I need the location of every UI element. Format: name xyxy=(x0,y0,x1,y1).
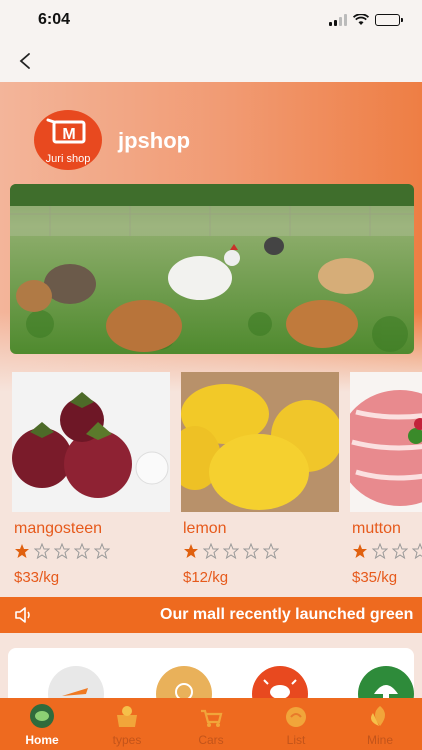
tab-cars[interactable]: Cars xyxy=(169,698,253,750)
promo-banner[interactable] xyxy=(10,184,414,354)
tab-types[interactable]: types xyxy=(85,698,169,750)
lemon-image xyxy=(181,372,339,512)
star-empty-icon xyxy=(222,542,240,564)
announcement-text: Our mall recently launched green xyxy=(160,606,414,623)
battery-icon xyxy=(375,14,403,26)
star-empty-icon xyxy=(391,542,409,564)
tab-label: Home xyxy=(25,733,59,747)
product-card-mutton[interactable]: mutton $35/kg xyxy=(350,372,422,592)
star-empty-icon xyxy=(93,542,111,564)
chickens-banner-image xyxy=(10,184,414,354)
svg-text:Juri shop: Juri shop xyxy=(46,153,91,165)
star-empty-icon xyxy=(202,542,220,564)
home-icon xyxy=(30,704,54,728)
tab-label: Mine xyxy=(366,733,393,747)
product-rating xyxy=(352,542,422,564)
mutton-image xyxy=(350,372,422,512)
status-bar: 6:04 xyxy=(0,0,422,40)
star-empty-icon xyxy=(53,542,71,564)
star-empty-icon xyxy=(242,542,260,564)
bottom-tab-bar: Home types Cars List Mine xyxy=(0,698,422,750)
tab-label: types xyxy=(112,733,142,747)
nav-bar xyxy=(0,40,422,82)
announcement-bar[interactable]: Our mall recently launched green xyxy=(0,597,422,633)
cart-icon xyxy=(201,709,223,727)
star-empty-icon xyxy=(33,542,51,564)
tab-label: List xyxy=(286,733,306,747)
product-price: $33/kg xyxy=(14,569,60,586)
star-empty-icon xyxy=(411,542,422,564)
tab-list[interactable]: List xyxy=(254,698,338,750)
shop-name: jpshop xyxy=(118,128,191,153)
tab-label: Cars xyxy=(198,733,224,747)
product-price: $35/kg xyxy=(352,569,398,586)
product-rating xyxy=(183,542,280,564)
product-price: $12/kg xyxy=(183,569,229,586)
star-empty-icon xyxy=(262,542,280,564)
product-name: mangosteen xyxy=(14,520,103,537)
chevron-left-icon xyxy=(19,53,30,69)
types-icon xyxy=(117,706,137,727)
shop-logo: M Juri shop xyxy=(34,110,102,170)
status-icons xyxy=(329,14,403,26)
status-time: 6:04 xyxy=(38,11,71,28)
product-card-lemon[interactable]: lemon $12/kg xyxy=(181,372,339,592)
tab-mine[interactable]: Mine xyxy=(338,698,422,750)
star-empty-icon xyxy=(371,542,389,564)
star-filled-icon xyxy=(183,543,199,564)
star-empty-icon xyxy=(73,542,91,564)
star-filled-icon xyxy=(352,543,368,564)
mangosteen-image xyxy=(12,372,170,512)
tab-home[interactable]: Home xyxy=(0,698,84,750)
back-button[interactable] xyxy=(12,48,38,74)
product-name: mutton xyxy=(352,520,401,537)
star-filled-icon xyxy=(14,543,30,564)
wifi-icon xyxy=(353,14,369,25)
product-card-mangosteen[interactable]: mangosteen $33/kg xyxy=(12,372,170,592)
svg-text:M: M xyxy=(62,126,75,143)
product-name: lemon xyxy=(183,520,227,537)
mine-icon xyxy=(371,706,385,726)
speaker-icon xyxy=(14,606,34,629)
list-icon xyxy=(286,707,306,727)
signal-icon xyxy=(329,14,347,26)
product-carousel[interactable]: mangosteen $33/kg lemon $12/kg mutton $3… xyxy=(0,372,422,594)
product-rating xyxy=(14,542,111,564)
